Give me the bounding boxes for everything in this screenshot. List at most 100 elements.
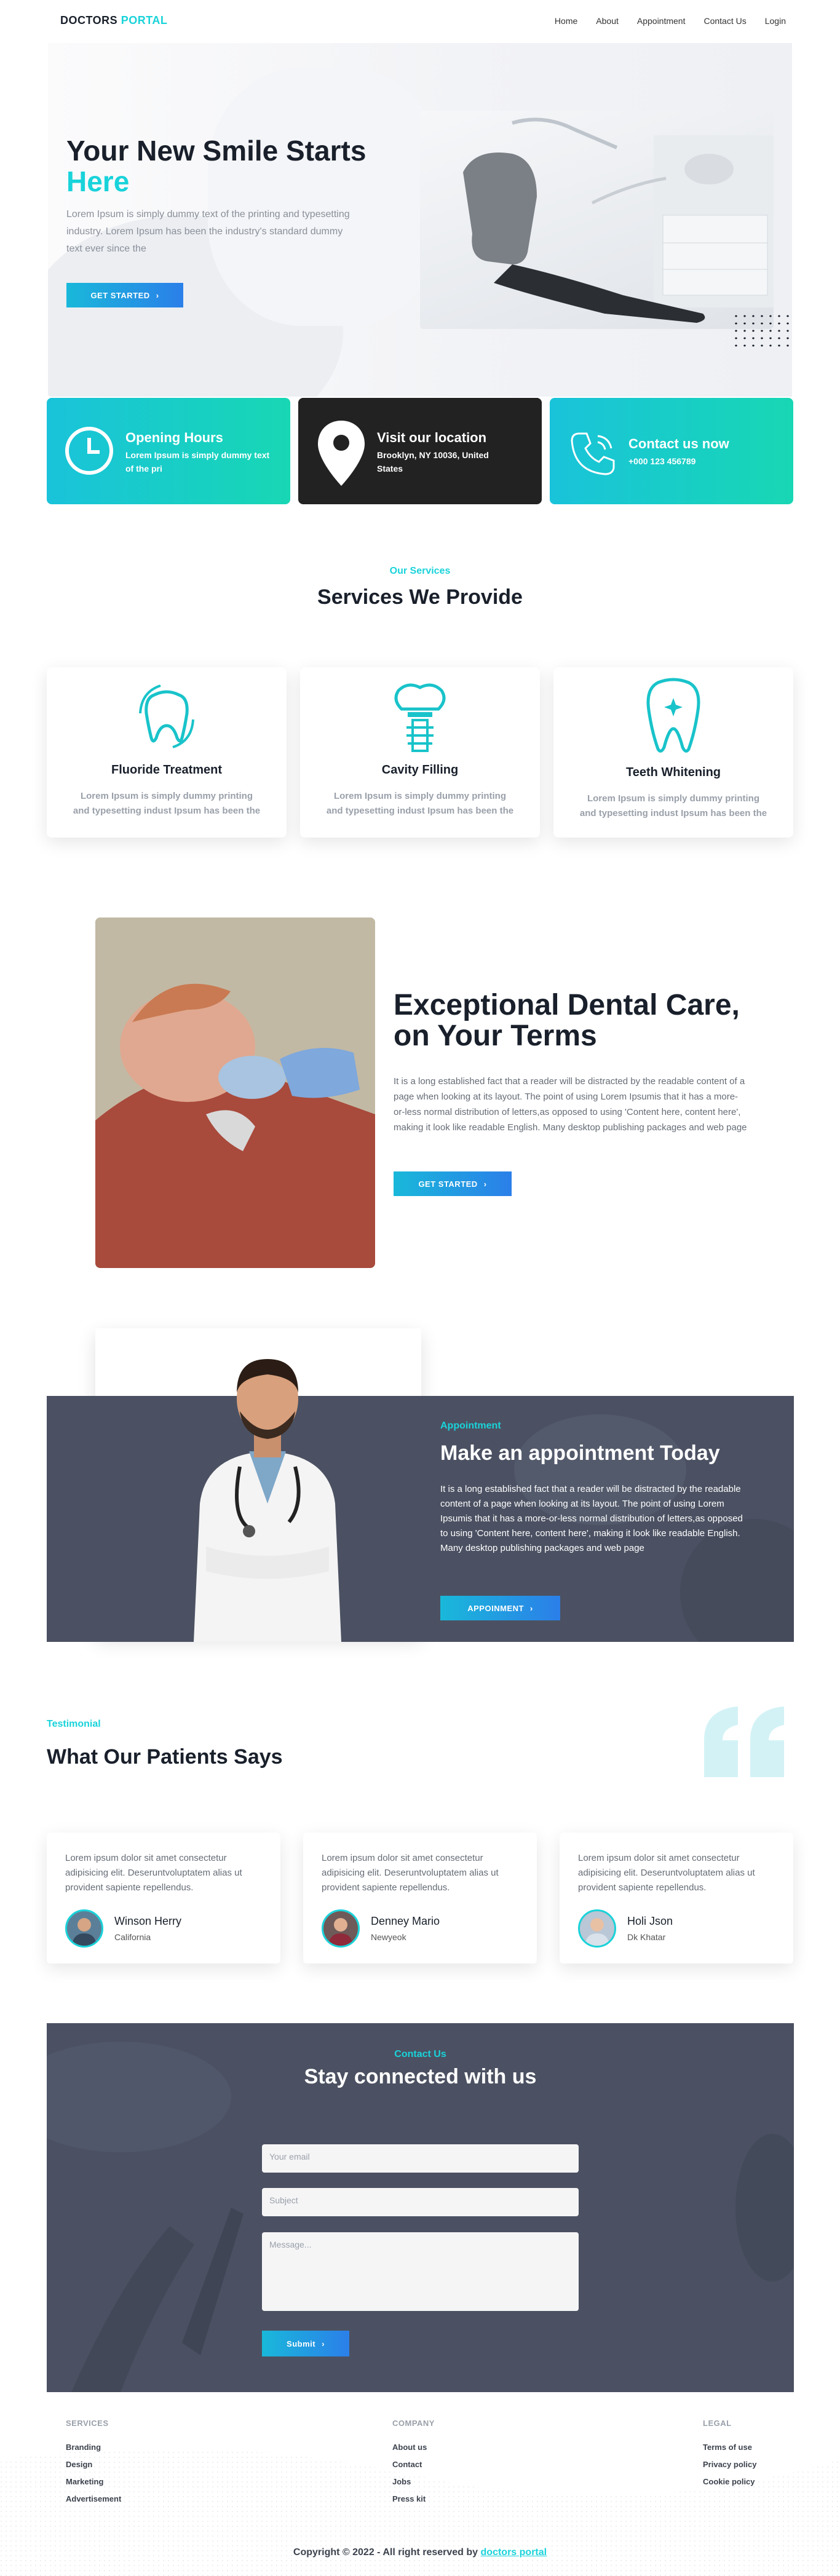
decorative-dots-grid bbox=[732, 312, 793, 349]
dental-care-get-started-label: GET STARTED bbox=[418, 1179, 478, 1189]
avatar bbox=[322, 1909, 360, 1948]
phone-icon bbox=[571, 432, 615, 475]
testimonial-text: Lorem ipsum dolor sit amet consectetur a… bbox=[578, 1853, 755, 1893]
contact-subtitle: Contact Us bbox=[394, 2049, 446, 2059]
email-field[interactable]: Your email bbox=[262, 2144, 579, 2173]
service-text: Lorem Ipsum is simply dummy printing and… bbox=[579, 793, 767, 818]
dental-care-get-started-button[interactable]: GET STARTED › bbox=[394, 1171, 512, 1196]
testimonial-card: Lorem ipsum dolor sit amet consectetur a… bbox=[47, 1833, 280, 1964]
appointment-text: It is a long established fact that a rea… bbox=[440, 1484, 743, 1553]
dental-care-text: It is a long established fact that a rea… bbox=[394, 1076, 747, 1133]
location-pin-icon bbox=[318, 421, 365, 486]
footer-link[interactable]: Design bbox=[66, 2456, 121, 2473]
footer-links-services: Branding Design Marketing Advertisement bbox=[66, 2439, 121, 2508]
service-text: Lorem Ipsum is simply dummy printing and… bbox=[73, 791, 261, 816]
footer-link[interactable]: Jobs bbox=[392, 2473, 427, 2491]
nav-link-login[interactable]: Login bbox=[765, 16, 786, 26]
services-title: Services We Provide bbox=[317, 585, 523, 609]
hero-dental-chair-image bbox=[420, 111, 774, 329]
footer-link[interactable]: Privacy policy bbox=[703, 2456, 756, 2473]
service-card-cavity: Cavity Filling Lorem Ipsum is simply dum… bbox=[300, 667, 540, 838]
service-card-fluoride: Fluoride Treatment Lorem Ipsum is simply… bbox=[47, 667, 287, 838]
logo-text-doctors: DOCTORS bbox=[60, 14, 118, 26]
dental-care-title-line2: on Your Terms bbox=[394, 1020, 597, 1052]
footer-link[interactable]: Press kit bbox=[392, 2491, 427, 2508]
testimonial-card: Lorem ipsum dolor sit amet consectetur a… bbox=[560, 1833, 793, 1964]
footer-heading-company: COMPANY bbox=[392, 2419, 435, 2428]
nav-link-home[interactable]: Home bbox=[555, 16, 577, 26]
subject-field[interactable]: Subject bbox=[262, 2188, 579, 2216]
info-card-text: Brooklyn, NY 10036, United States bbox=[377, 450, 489, 474]
testimonial-name: Holi Json bbox=[627, 1915, 673, 1927]
clock-icon bbox=[65, 427, 113, 475]
footer-links-company: About us Contact Jobs Press kit bbox=[392, 2439, 427, 2508]
info-card-location: Visit our location Brooklyn, NY 10036, U… bbox=[298, 398, 542, 504]
service-text: Lorem Ipsum is simply dummy printing and… bbox=[326, 791, 514, 816]
nav-link-appointment[interactable]: Appointment bbox=[637, 16, 686, 26]
dental-care-photo bbox=[95, 917, 375, 1268]
testimonials-title: What Our Patients Says bbox=[47, 1745, 283, 1769]
footer-link[interactable]: Cookie policy bbox=[703, 2473, 756, 2491]
logo-text-portal: PORTAL bbox=[121, 14, 168, 26]
testimonial-text: Lorem ipsum dolor sit amet consectetur a… bbox=[65, 1853, 242, 1893]
copyright-label: Copyright © 2022 - All right reserved by bbox=[293, 2547, 478, 2558]
chevron-right-icon: › bbox=[322, 2339, 325, 2348]
appointment-section: Appointment Make an appointment Today It… bbox=[47, 1396, 794, 1642]
tooth-fluoride-icon bbox=[139, 684, 194, 748]
footer-link[interactable]: Terms of use bbox=[703, 2439, 756, 2456]
copyright-link[interactable]: doctors portal bbox=[481, 2547, 547, 2558]
avatar bbox=[65, 1909, 103, 1948]
hero-get-started-label: GET STARTED bbox=[90, 290, 150, 300]
service-card-whitening: Teeth Whitening Lorem Ipsum is simply du… bbox=[553, 667, 793, 838]
footer-link[interactable]: Branding bbox=[66, 2439, 121, 2456]
top-navbar: DOCTORS PORTAL Home About Appointment Co… bbox=[0, 0, 840, 43]
testimonial-text: Lorem ipsum dolor sit amet consectetur a… bbox=[322, 1853, 499, 1893]
appointment-button-label: APPOINMENT bbox=[467, 1603, 524, 1613]
chevron-right-icon: › bbox=[483, 1179, 487, 1189]
submit-button[interactable]: Submit › bbox=[262, 2331, 349, 2356]
nav-links: Home About Appointment Contact Us Login bbox=[555, 16, 786, 26]
footer-link[interactable]: Marketing bbox=[66, 2473, 121, 2491]
message-textarea[interactable]: Message... bbox=[262, 2232, 579, 2311]
footer-link[interactable]: Advertisement bbox=[66, 2491, 121, 2508]
dental-care-title: Exceptional Dental Care, on Your Terms bbox=[394, 990, 763, 1052]
quote-mark-icon bbox=[704, 1706, 784, 1777]
info-card-text: +000 123 456789 bbox=[628, 456, 696, 466]
testimonial-place: California bbox=[114, 1932, 151, 1942]
hero-background-shape bbox=[208, 68, 442, 326]
doctor-photo bbox=[194, 1359, 341, 1642]
appointment-button[interactable]: APPOINMENT › bbox=[440, 1596, 560, 1620]
testimonial-name: Winson Herry bbox=[114, 1915, 182, 1927]
dental-care-title-line1: Exceptional Dental Care, bbox=[394, 989, 740, 1021]
info-card-contact: Contact us now +000 123 456789 bbox=[550, 398, 793, 504]
service-title: Cavity Filling bbox=[381, 763, 459, 777]
info-card-opening-hours: Opening Hours Lorem Ipsum is simply dumm… bbox=[47, 398, 290, 504]
copyright-text: Copyright © 2022 - All right reserved by… bbox=[0, 2547, 840, 2558]
info-card-title: Opening Hours bbox=[125, 430, 223, 445]
avatar bbox=[578, 1909, 616, 1948]
service-title: Teeth Whitening bbox=[625, 766, 721, 779]
service-title: Fluoride Treatment bbox=[111, 763, 223, 777]
footer-heading-services: SERVICES bbox=[66, 2419, 109, 2428]
submit-button-label: Submit bbox=[287, 2339, 316, 2348]
chevron-right-icon: › bbox=[529, 1603, 533, 1613]
testimonials-subtitle: Testimonial bbox=[47, 1719, 101, 1729]
contact-section: Contact Us Stay connected with us Your e… bbox=[47, 2023, 794, 2392]
appointment-subtitle: Appointment bbox=[440, 1421, 501, 1431]
footer-heading-legal: LEGAL bbox=[703, 2419, 732, 2428]
appointment-title: Make an appointment Today bbox=[440, 1441, 720, 1465]
info-card-title: Contact us now bbox=[628, 436, 729, 451]
nav-link-about[interactable]: About bbox=[596, 16, 619, 26]
services-subtitle: Our Services bbox=[389, 566, 451, 576]
nav-link-contact[interactable]: Contact Us bbox=[703, 16, 746, 26]
tooth-implant-icon bbox=[394, 683, 446, 752]
footer-link[interactable]: Contact bbox=[392, 2456, 427, 2473]
hero-title: Your New Smile Starts Here bbox=[66, 135, 411, 197]
testimonial-card: Lorem ipsum dolor sit amet consectetur a… bbox=[303, 1833, 537, 1964]
footer-link[interactable]: About us bbox=[392, 2439, 427, 2456]
hero-get-started-button[interactable]: GET STARTED › bbox=[66, 283, 183, 307]
testimonial-place: Newyeok bbox=[371, 1932, 406, 1942]
footer-links-legal: Terms of use Privacy policy Cookie polic… bbox=[703, 2439, 756, 2491]
site-logo[interactable]: DOCTORS PORTAL bbox=[60, 14, 167, 27]
chevron-right-icon: › bbox=[156, 290, 159, 300]
